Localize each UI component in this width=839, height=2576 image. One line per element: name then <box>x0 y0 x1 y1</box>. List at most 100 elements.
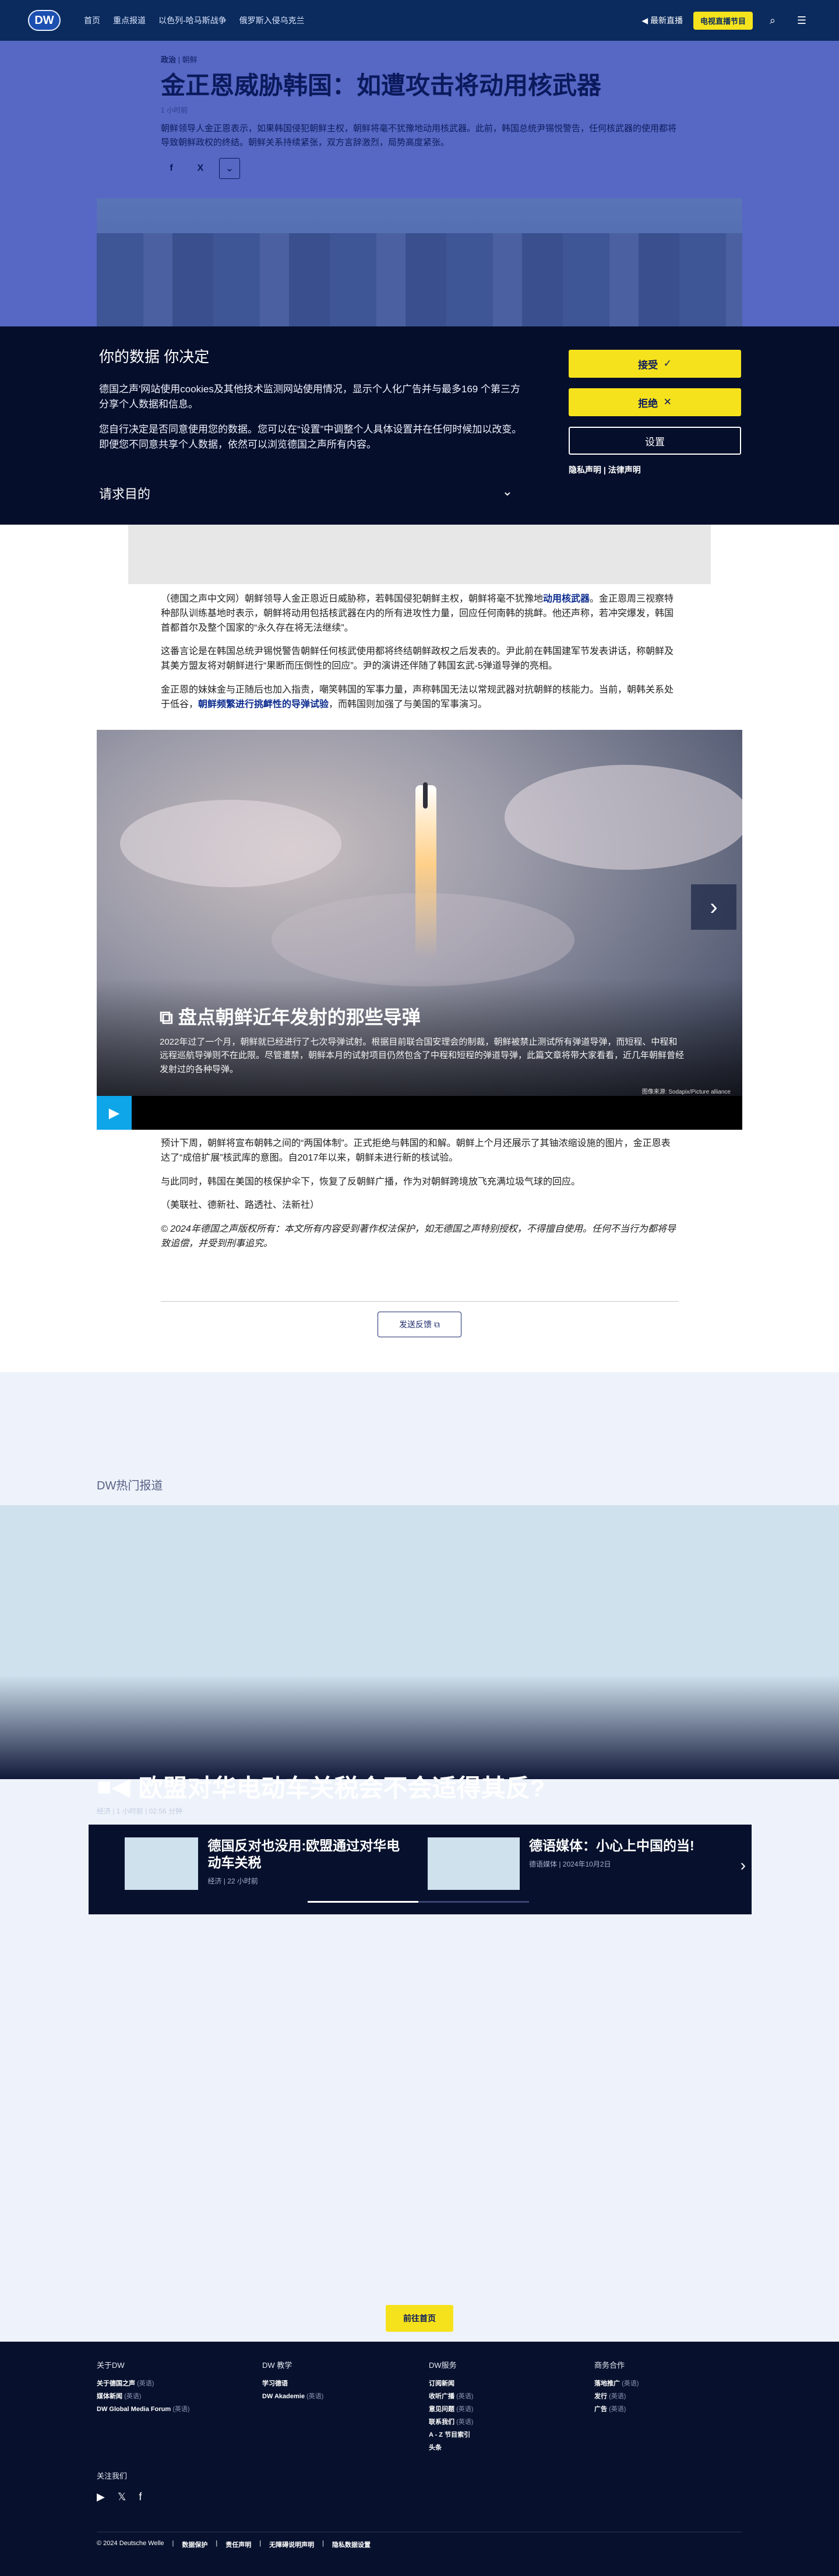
footer-link[interactable]: DW Akademie (英语) <box>262 2391 402 2401</box>
ad-placeholder <box>128 525 711 584</box>
live-tv-button[interactable]: 电视直播节目 <box>693 11 753 30</box>
footer-link[interactable]: 落地推广 (英语) <box>594 2378 734 2388</box>
x-icon[interactable]: 𝕏 <box>118 2491 126 2503</box>
card-title: 德国反对也没用:欧盟通过对华电动车关税 <box>207 1838 400 1870</box>
footer-link[interactable]: 关于德国之声 (英语) <box>97 2378 237 2388</box>
footer-link-privacy-settings[interactable]: 隐私数据设置 <box>332 2540 371 2549</box>
trending-label: DW热门报道 <box>97 1479 163 1492</box>
footer-link[interactable]: 收听广播 (英语) <box>429 2391 569 2401</box>
footer-link-text: DW Global Media Forum <box>97 2406 171 2413</box>
cookie-text-2: 您自行决定是否同意使用您的数据。您可以在“设置”中调整个人具体设置并在任何时候加… <box>99 423 522 451</box>
copyright-notice: © 2024年德国之声版权所有：本文所有内容受到著作权法保护，如无德国之声特别授… <box>161 1224 676 1249</box>
article-body-continued: 预计下周，朝鲜将宣布朝韩之间的“两国体制”。正式拒绝与韩国的和解。朝鲜上个月还展… <box>161 1137 678 1261</box>
dw-logo[interactable]: DW <box>28 10 61 31</box>
privacy-link[interactable]: 隐私声明 <box>569 465 601 475</box>
footer-link[interactable]: DW Global Media Forum (英语) <box>97 2404 237 2413</box>
facebook-icon[interactable]: f <box>139 2491 142 2503</box>
cookie-links: 隐私声明 | 法律声明 <box>569 465 641 475</box>
nuclear-link[interactable]: 动用核武器 <box>543 594 590 604</box>
breadcrumb-sub[interactable]: 朝鲜 <box>182 55 198 64</box>
footer-link[interactable]: 联系我们 (英语) <box>429 2417 569 2426</box>
paragraph-2: 这番言论是在韩国总统尹锡悦警告朝鲜任何核武使用都将终结朝鲜政权之后发表的。尹此前… <box>161 646 674 672</box>
check-icon: ✓ <box>663 358 672 369</box>
breadcrumb-section[interactable]: 政治 <box>161 55 176 64</box>
footer-link[interactable]: 意见问题 (英语) <box>429 2404 569 2413</box>
footer-link-disclaimer[interactable]: 责任声明 <box>225 2540 251 2549</box>
footer-link-accessibility[interactable]: 无障碍说明声明 <box>269 2540 314 2549</box>
gallery-credit: 图像来源: Sodapix/Picture alliance <box>641 1089 731 1095</box>
article-title: 金正恩威胁韩国：如遭攻击将动用核武器 <box>161 72 602 99</box>
footer-link[interactable]: 学习德语 <box>262 2378 402 2388</box>
cookie-purpose-toggle[interactable]: 请求目的 ⌄ <box>99 484 513 502</box>
footer-heading: 商务合作 <box>594 2361 625 2370</box>
image-gallery[interactable]: ⧉ 盘点朝鲜近年发射的那些导弹 2022年过了一个月，朝鲜就已经进行了七次导弹试… <box>97 730 742 1130</box>
nav-item-israel-hamas[interactable]: 以色列-哈马斯战争 <box>158 15 227 26</box>
header-right: ◀ 最新直播 电视直播节目 ⌕ ☰ <box>641 11 811 30</box>
footer-link[interactable]: A - Z 节目索引 <box>429 2430 569 2439</box>
footer-link-text: 订阅新闻 <box>429 2380 454 2387</box>
accept-button[interactable]: 接受 ✓ <box>569 350 741 378</box>
carousel-progress <box>308 1901 529 1903</box>
carousel-card[interactable]: 德语媒体：小心上中国的当! 德语媒体 | 2024年10月2日 <box>428 1837 707 1893</box>
gallery-icon: ⧉ <box>160 1007 173 1028</box>
play-icon[interactable]: ▶ <box>97 1096 132 1130</box>
footer-col-business: 商务合作 落地推广 (英语) 发行 (英语) 广告 (英语) <box>594 2359 734 2417</box>
footer-link-text: 媒体新闻 <box>97 2393 122 2400</box>
footer-link-text: 联系我们 <box>429 2419 454 2426</box>
footer-link[interactable]: 媒体新闻 (英语) <box>97 2391 237 2401</box>
footer-link-lang: (英语) <box>622 2380 639 2387</box>
youtube-icon[interactable]: ▶ <box>97 2491 105 2503</box>
chevron-down-icon[interactable]: ⌄ <box>219 157 240 179</box>
feature-meta: 经济 | 1 小时前 | 02:56 分钟 <box>97 1807 182 1815</box>
nav-item-focus[interactable]: 重点报道 <box>113 15 146 26</box>
footer-link-lang: (英语) <box>609 2406 626 2413</box>
footer-link-lang: (英语) <box>456 2393 474 2400</box>
feedback-label: 发送反馈 <box>399 1320 432 1329</box>
gallery-title: ⧉ 盘点朝鲜近年发射的那些导弹 <box>160 1003 421 1029</box>
footer-link-lang: (英语) <box>137 2380 154 2387</box>
gallery-controls <box>97 1096 742 1130</box>
facebook-share-icon[interactable]: f <box>161 158 182 179</box>
legal-link[interactable]: 法律声明 <box>608 465 641 475</box>
close-icon: ✕ <box>663 396 672 407</box>
footer-link-lang: (英语) <box>172 2406 190 2413</box>
chevron-right-icon[interactable]: › <box>691 884 736 930</box>
article-body: （德国之声中文网）朝鲜领导人金正恩近日威胁称，若韩国侵犯朝鲜主权，朝鲜将毫不犹豫… <box>161 592 678 722</box>
social-links: ▶ 𝕏 f <box>97 2491 142 2503</box>
breadcrumb: 政治 | 朝鲜 <box>161 55 198 64</box>
feature-title[interactable]: ■◀ 欧盟对华电动车关税会不会适得其反? <box>97 1769 545 1804</box>
footer-col-about: 关于DW 关于德国之声 (英语) 媒体新闻 (英语) DW Global Med… <box>97 2359 237 2417</box>
feedback-button[interactable]: 发送反馈 ⧉ <box>378 1312 461 1337</box>
nav-item-home[interactable]: 首页 <box>84 15 100 26</box>
feature-image[interactable] <box>0 1505 839 1779</box>
paragraph-4: 预计下周，朝鲜将宣布朝韩之间的“两国体制”。正式拒绝与韩国的和解。朝鲜上个月还展… <box>161 1138 671 1163</box>
go-home-button[interactable]: 前往首页 <box>386 2305 453 2332</box>
paragraph-1: （德国之声中文网）朝鲜领导人金正恩近日威胁称，若韩国侵犯朝鲜主权，朝鲜将毫不犹豫… <box>161 592 678 635</box>
divider <box>161 1301 678 1302</box>
settings-button[interactable]: 设置 <box>569 427 741 455</box>
missile-plume <box>415 785 436 960</box>
site-header: DW 首页 重点报道 以色列-哈马斯战争 俄罗斯入侵乌克兰 ◀ 最新直播 电视直… <box>0 0 839 41</box>
footer-link[interactable]: 头条 <box>429 2443 569 2452</box>
reject-button[interactable]: 拒绝 ✕ <box>569 388 741 416</box>
copy-icon: ⧉ <box>433 1319 440 1329</box>
paragraph-3: 金正恩的妹妹金与正随后也加入指责，嘲笑韩国的军事力量，声称韩国无法以常规武器对抗… <box>161 683 678 712</box>
card-thumbnail <box>428 1837 520 1890</box>
footer-copyright: © 2024 Deutsche Welle <box>97 2540 164 2547</box>
search-icon[interactable]: ⌕ <box>763 11 782 30</box>
live-label[interactable]: ◀ 最新直播 <box>641 15 683 26</box>
footer-link[interactable]: 发行 (英语) <box>594 2391 734 2401</box>
article-lede: 朝鲜领导人金正恩表示，如果韩国侵犯朝鲜主权，朝鲜将毫不犹豫地动用核武器。此前，韩… <box>161 123 677 147</box>
carousel-card[interactable]: 德国反对也没用:欧盟通过对华电动车关税 经济 | 22 小时前 <box>125 1837 404 1893</box>
missile-test-link[interactable]: 朝鲜频繁进行挑衅性的导弹试验 <box>198 700 329 709</box>
footer-heading: DW 教学 <box>262 2361 292 2370</box>
nav-item-ukraine[interactable]: 俄罗斯入侵乌克兰 <box>239 15 305 26</box>
x-share-icon[interactable]: X <box>190 158 211 179</box>
chevron-right-icon[interactable]: › <box>741 1856 746 1875</box>
footer-link[interactable]: 订阅新闻 <box>429 2378 569 2388</box>
footer-link-privacy[interactable]: 数据保护 <box>182 2540 207 2549</box>
footer-link[interactable]: 广告 (英语) <box>594 2404 734 2413</box>
p1-text-a: （德国之声中文网）朝鲜领导人金正恩近日威胁称，若韩国侵犯朝鲜主权，朝鲜将毫不犹豫… <box>161 594 544 604</box>
hamburger-menu-icon[interactable]: ☰ <box>792 11 811 30</box>
footer-link-text: 收听广播 <box>429 2393 454 2400</box>
